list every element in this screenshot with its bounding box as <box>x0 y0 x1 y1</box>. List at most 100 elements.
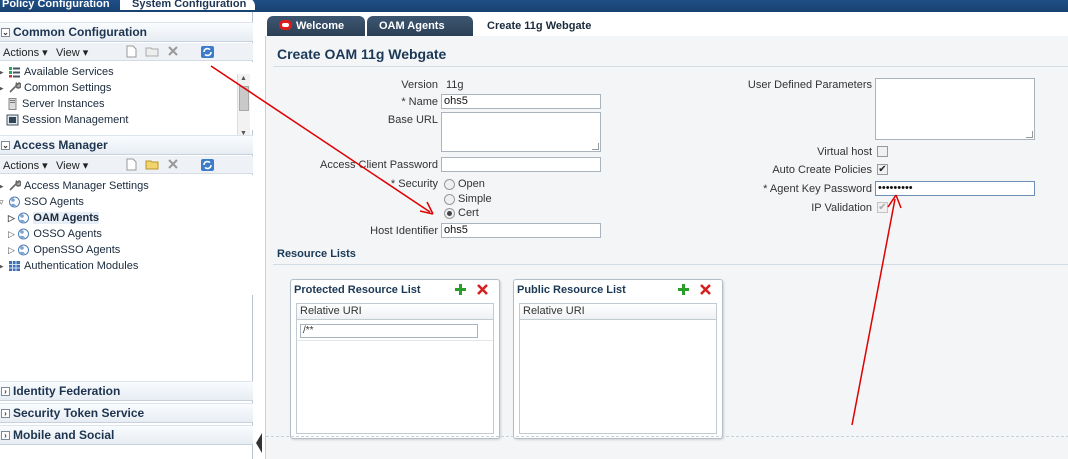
collapse-pane-handle[interactable] <box>256 433 262 453</box>
protected-resource-table: Relative URI /** <box>296 303 494 434</box>
tab-system-configuration[interactable]: System Configuration <box>120 0 255 10</box>
actions-menu[interactable]: Actions ▾ <box>3 159 48 172</box>
base-url-textarea[interactable] <box>441 112 601 152</box>
tab-oam-agents[interactable]: OAM Agents <box>367 16 473 36</box>
tree-item-access-manager-settings[interactable]: ▸ Access Manager Settings <box>0 178 149 194</box>
divider <box>273 66 1068 67</box>
tree-item-session-management[interactable]: Session Management <box>0 112 128 128</box>
accordion-security-token-service[interactable]: › Security Token Service <box>0 403 253 423</box>
resource-lists-title: Resource Lists <box>277 248 356 260</box>
page-title: Create OAM 11g Webgate <box>277 46 447 62</box>
open-folder-icon[interactable] <box>145 158 159 171</box>
common-config-toolbar: Actions ▾ View ▾ <box>0 43 253 61</box>
agents-icon <box>18 212 30 224</box>
view-menu[interactable]: View ▾ <box>56 46 88 59</box>
security-option-simple: Simple <box>458 193 492 205</box>
host-identifier-label: Host Identifier <box>370 225 438 237</box>
divider <box>273 264 1068 265</box>
tree-item-authentication-modules[interactable]: ▸ Authentication Modules <box>0 258 138 274</box>
refresh-icon[interactable] <box>200 45 215 59</box>
wrench-icon <box>9 82 21 93</box>
tree-item-oam-agents[interactable]: ▷ OAM Agents <box>8 210 100 226</box>
chevron-right-icon: › <box>1 431 10 440</box>
ip-validation-label: IP Validation <box>811 202 872 214</box>
virtual-host-label: Virtual host <box>817 146 872 158</box>
tree-item-server-instances[interactable]: Server Instances <box>0 96 105 112</box>
column-header-relative-uri: Relative URI <box>520 304 716 320</box>
user-defined-parameters-label: User Defined Parameters <box>747 79 872 91</box>
access-client-password-label: Access Client Password <box>320 159 438 171</box>
common-config-tree: ▸ Available Services ▸ Common Settings S… <box>0 62 253 130</box>
scroll-thumb[interactable] <box>239 86 249 111</box>
wrench-icon <box>9 180 21 191</box>
delete-icon[interactable] <box>699 283 712 296</box>
delete-icon[interactable] <box>166 158 180 171</box>
version-label: Version <box>401 79 438 91</box>
tree-item-sso-agents[interactable]: ▿ SSO Agents <box>0 194 84 210</box>
ip-validation-checkbox[interactable]: ✔ <box>877 202 888 213</box>
add-icon[interactable] <box>677 283 690 296</box>
open-folder-icon[interactable] <box>145 45 159 58</box>
access-manager-toolbar: Actions ▾ View ▾ <box>0 156 253 174</box>
refresh-icon[interactable] <box>200 158 215 172</box>
top-navigation-bar: Policy Configuration System Configuratio… <box>0 0 1068 12</box>
tab-welcome[interactable]: Welcome <box>267 16 365 36</box>
security-radio-cert[interactable] <box>444 208 455 219</box>
delete-icon[interactable] <box>166 45 180 58</box>
public-resource-table: Relative URI <box>519 303 717 434</box>
tree-item-available-services[interactable]: ▸ Available Services <box>0 64 114 80</box>
scroll-up-icon[interactable]: ▲ <box>240 75 247 82</box>
auto-create-policies-checkbox[interactable]: ✔ <box>877 164 888 175</box>
virtual-host-checkbox[interactable] <box>877 146 888 157</box>
delete-icon[interactable] <box>476 283 489 296</box>
new-document-icon[interactable] <box>124 45 138 58</box>
services-icon <box>9 67 20 78</box>
agent-key-password-input[interactable]: ••••••••• <box>875 181 1035 196</box>
auto-create-policies-label: Auto Create Policies <box>772 164 872 176</box>
accordion-identity-federation[interactable]: › Identity Federation <box>0 381 253 401</box>
server-icon <box>8 98 17 111</box>
security-radio-open[interactable] <box>444 179 455 190</box>
agents-icon <box>18 228 30 240</box>
accordion-title: Access Manager <box>13 138 108 152</box>
protected-resource-list-panel: Protected Resource List Relative URI /** <box>290 279 500 439</box>
modules-grid-icon <box>9 261 20 272</box>
public-resource-list-panel: Public Resource List Relative URI <box>513 279 723 439</box>
accordion-access-manager[interactable]: ⌄ Access Manager <box>0 135 253 155</box>
tree-item-common-settings[interactable]: ▸ Common Settings <box>0 80 111 96</box>
agents-icon <box>9 196 20 208</box>
tab-policy-configuration[interactable]: Policy Configuration <box>0 0 110 10</box>
tab-create-11g-webgate[interactable]: Create 11g Webgate <box>475 16 625 36</box>
access-client-password-input[interactable] <box>441 157 601 172</box>
relative-uri-input[interactable]: /** <box>300 324 478 338</box>
access-manager-tree: ▸ Access Manager Settings ▿ SSO Agents ▷… <box>0 175 253 295</box>
security-option-cert: Cert <box>458 207 479 219</box>
session-icon <box>6 114 19 126</box>
agents-icon <box>18 244 30 256</box>
create-webgate-page: Create OAM 11g Webgate Version 11g * Nam… <box>265 36 1068 459</box>
panel-title: Public Resource List <box>517 284 626 296</box>
host-identifier-input[interactable]: ohs5 <box>441 223 601 238</box>
chevron-right-icon: › <box>1 409 10 418</box>
accordion-title: Common Configuration <box>13 25 147 39</box>
oracle-logo-icon <box>279 20 292 31</box>
chevron-down-icon: ⌄ <box>1 28 10 37</box>
name-input[interactable]: ohs5 <box>441 94 601 109</box>
chevron-down-icon: ⌄ <box>1 141 10 150</box>
add-icon[interactable] <box>454 283 467 296</box>
tree-scrollbar[interactable]: ▲ ▼ <box>237 74 250 142</box>
agent-key-password-label: * Agent Key Password <box>763 183 872 195</box>
column-header-relative-uri: Relative URI <box>297 304 493 320</box>
left-navigator: ⌄ Common Configuration Actions ▾ View ▾ … <box>0 12 253 459</box>
user-defined-parameters-textarea[interactable] <box>875 78 1035 140</box>
document-tabs: Welcome OAM Agents Create 11g Webgate <box>265 12 1068 36</box>
tree-item-opensso-agents[interactable]: ▷ OpenSSO Agents <box>8 242 120 258</box>
security-radio-simple[interactable] <box>444 194 455 205</box>
actions-menu[interactable]: Actions ▾ <box>3 46 48 59</box>
new-document-icon[interactable] <box>124 158 138 171</box>
version-value: 11g <box>446 79 464 91</box>
accordion-common-configuration[interactable]: ⌄ Common Configuration <box>0 22 253 42</box>
tree-item-osso-agents[interactable]: ▷ OSSO Agents <box>8 226 102 242</box>
view-menu[interactable]: View ▾ <box>56 159 88 172</box>
accordion-mobile-and-social[interactable]: › Mobile and Social <box>0 425 253 445</box>
